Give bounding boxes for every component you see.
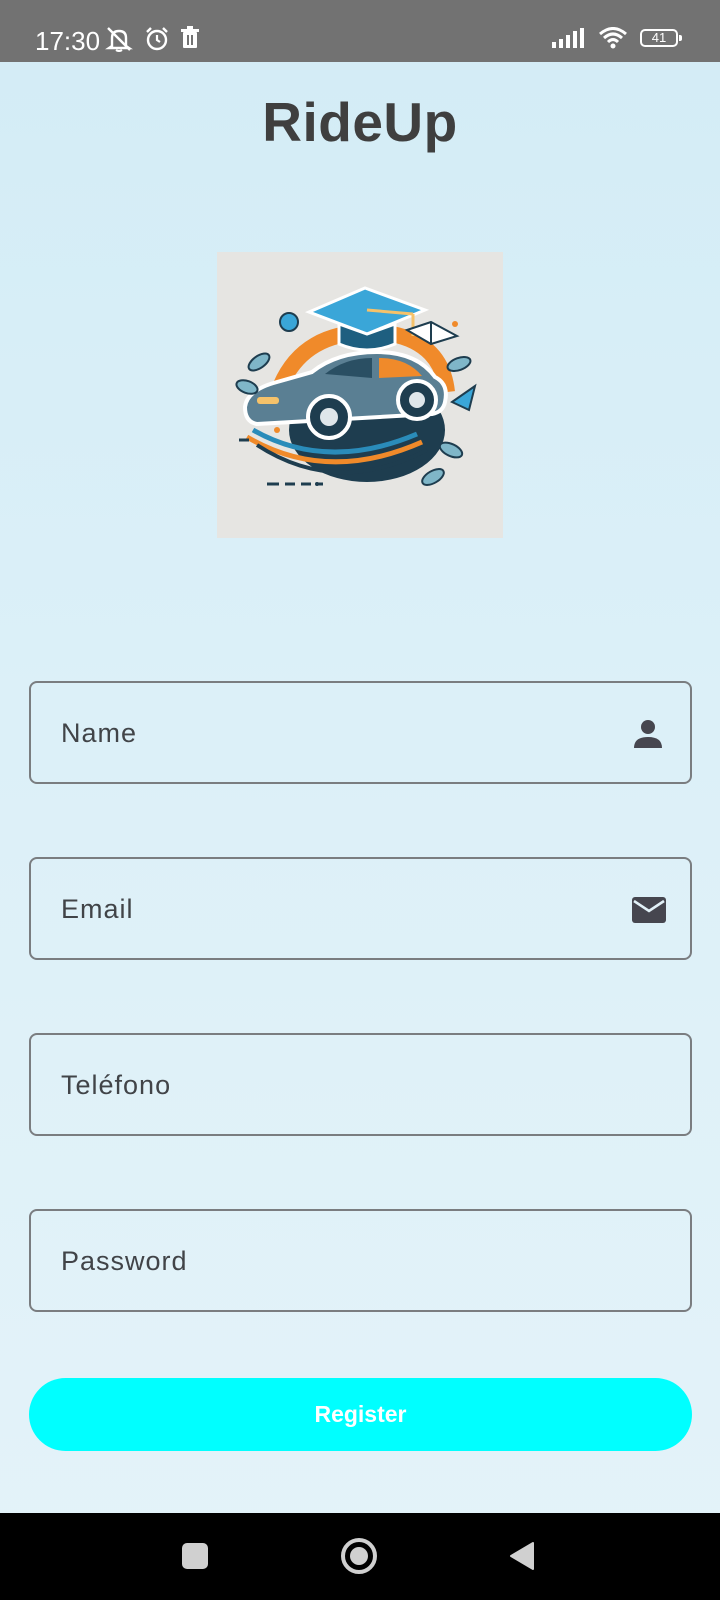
signal-icon	[552, 28, 584, 48]
trash-icon	[181, 26, 199, 48]
status-time: 17:30	[35, 26, 101, 56]
status-right-icons: 41	[552, 27, 682, 49]
password-field-label: Password	[61, 1246, 188, 1276]
home-button[interactable]	[337, 1534, 381, 1578]
app-logo	[217, 252, 503, 538]
back-button[interactable]	[500, 1534, 544, 1578]
back-triangle-icon	[510, 1542, 534, 1570]
recents-button[interactable]	[173, 1534, 217, 1578]
email-field[interactable]: Email	[29, 857, 692, 960]
phone-field[interactable]: Teléfono	[29, 1033, 692, 1136]
email-field-label: Email	[61, 894, 134, 924]
recents-square-icon	[182, 1543, 208, 1569]
password-field[interactable]: Password	[29, 1209, 692, 1312]
phone-field-label: Teléfono	[61, 1070, 172, 1100]
name-field[interactable]: Name	[29, 681, 692, 784]
app-title: RideUp	[262, 91, 458, 153]
navigation-bar	[0, 1513, 720, 1600]
alarm-icon	[146, 27, 168, 51]
register-button[interactable]: Register	[29, 1378, 692, 1451]
wifi-icon	[599, 27, 627, 49]
battery-icon: 41	[640, 29, 682, 47]
person-icon	[634, 720, 662, 748]
mute-icon	[105, 27, 133, 52]
car-graduation-cap-logo	[235, 286, 477, 486]
status-left-icons	[104, 26, 200, 52]
home-circle-icon	[341, 1538, 377, 1574]
name-field-label: Name	[61, 718, 138, 748]
status-bar: 17:30 41	[0, 0, 720, 62]
mail-icon	[632, 897, 666, 923]
